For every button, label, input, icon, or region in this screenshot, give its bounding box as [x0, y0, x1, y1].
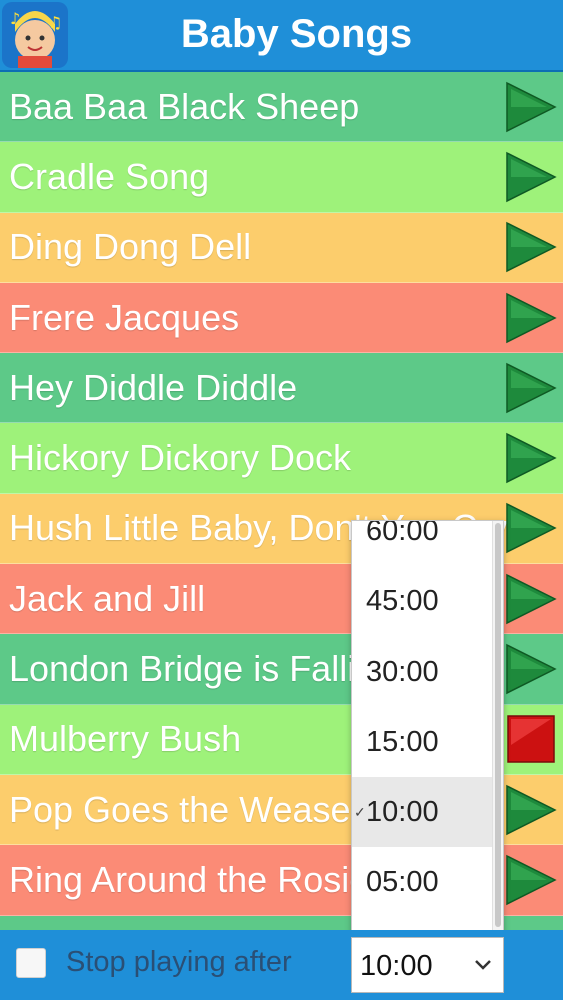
time-dropdown-list[interactable]: 60:0045:0030:0015:00✓10:0005:0001:00: [351, 520, 504, 940]
play-icon[interactable]: [505, 151, 557, 203]
stop-time-value: 10:00: [360, 950, 433, 982]
time-option-label: 30:00: [366, 655, 439, 688]
time-option-label: 60:00: [366, 520, 439, 547]
song-title: Hey Diddle Diddle: [9, 366, 298, 408]
song-row[interactable]: Hey Diddle Diddle: [0, 353, 563, 424]
play-icon[interactable]: [505, 573, 557, 625]
time-option[interactable]: 60:00: [352, 520, 492, 566]
play-icon[interactable]: [505, 221, 557, 273]
song-title: Baa Baa Black Sheep: [9, 85, 360, 127]
play-icon[interactable]: [505, 854, 557, 906]
song-row[interactable]: Frere Jacques: [0, 282, 563, 354]
stop-icon[interactable]: [505, 713, 557, 765]
stop-playing-label: Stop playing after: [66, 946, 292, 978]
chevron-down-icon: [473, 954, 493, 974]
song-row[interactable]: Cradle Song: [0, 142, 563, 213]
song-row[interactable]: Ding Dong Dell: [0, 212, 563, 283]
song-title: Pop Goes the Weasel: [9, 788, 359, 830]
time-option[interactable]: 05:00: [352, 847, 492, 917]
play-icon[interactable]: [505, 784, 557, 836]
song-title: Hickory Dickory Dock: [9, 437, 352, 479]
app-header: ♪ ♫ Baby Songs: [0, 0, 563, 72]
song-row[interactable]: Hickory Dickory Dock: [0, 423, 563, 494]
song-title: Ding Dong Dell: [9, 226, 252, 268]
time-option-label: 45:00: [366, 585, 439, 618]
song-row[interactable]: Baa Baa Black Sheep: [0, 72, 563, 143]
play-icon[interactable]: [505, 292, 557, 344]
play-icon[interactable]: [505, 81, 557, 133]
song-title: Jack and Jill: [9, 577, 206, 619]
dropdown-scrollbar[interactable]: [492, 521, 503, 939]
dropdown-scroll-thumb[interactable]: [495, 523, 501, 927]
song-title: Frere Jacques: [9, 296, 240, 338]
app-title: Baby Songs: [180, 12, 413, 56]
stop-playing-checkbox[interactable]: [16, 948, 46, 978]
time-option[interactable]: ✓ 10:00: [352, 777, 492, 848]
song-title: Cradle Song: [9, 155, 210, 197]
play-icon[interactable]: [505, 432, 557, 484]
time-option-label: 10:00: [366, 796, 439, 829]
song-title: Mulberry Bush: [9, 718, 242, 760]
play-icon[interactable]: [505, 502, 557, 554]
stop-time-select[interactable]: 10:00: [351, 937, 504, 993]
time-option[interactable]: 30:00: [352, 637, 492, 707]
play-icon[interactable]: [505, 362, 557, 414]
time-option[interactable]: 15:00: [352, 707, 492, 777]
checkmark-icon: ✓: [354, 804, 366, 821]
time-option-label: 05:00: [366, 866, 439, 899]
play-icon[interactable]: [505, 643, 557, 695]
time-options: 60:0045:0030:0015:00✓10:0005:0001:00: [352, 520, 492, 939]
song-title: Ring Around the Rosie: [9, 858, 370, 900]
time-option-label: 15:00: [366, 725, 439, 758]
time-option[interactable]: 45:00: [352, 566, 492, 636]
